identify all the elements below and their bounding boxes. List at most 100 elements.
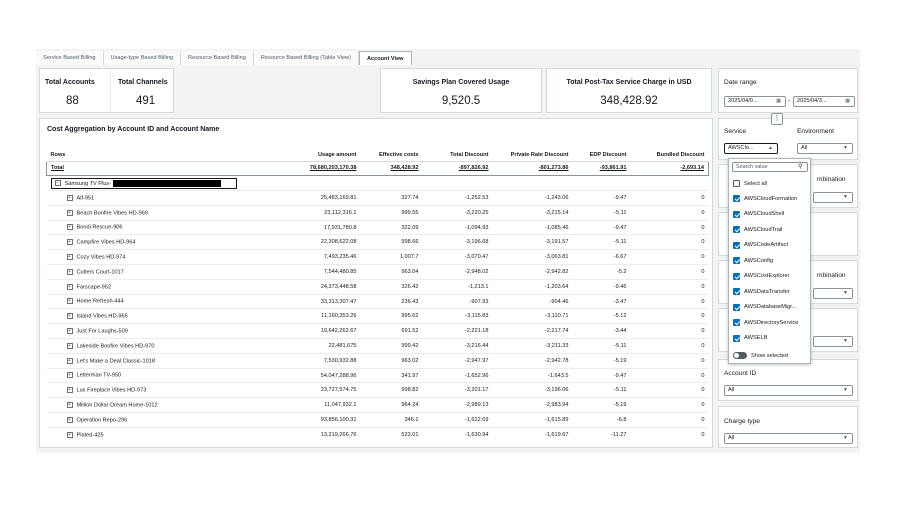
checkbox-checked[interactable] [733,195,740,202]
cell-account-name[interactable]: + Cozy Vibes HD-974 [46,249,253,266]
expand-icon[interactable]: + [66,283,73,290]
group-cell[interactable]: − Samsung TV Plus- [46,175,709,192]
cell-account-name[interactable]: + Home Refresh-444 [46,294,253,310]
service-option[interactable]: AWSCloudTrail [733,226,782,233]
column-header-rows[interactable]: Rows [46,149,253,162]
cell-account-name[interactable]: + Million Dollar Dream Home-1012 [46,397,253,414]
tab-resource-based-billing-table-view[interactable]: Resource Based Billing (Table View) [253,51,359,65]
service-search-input[interactable]: Search value [732,162,808,172]
table-row[interactable]: + Million Dollar Dream Home-1012 11,047,93… [46,397,709,414]
cell-account-name[interactable]: + Plated-425 [46,427,253,439]
expand-icon[interactable]: + [66,209,73,216]
column-header-edp-discount[interactable]: EDP Discount [572,149,631,162]
cell-account-name[interactable]: + Let's Make a Deal Classic-1018 [46,353,253,369]
table-row[interactable]: + Letterman TV-950 54,047,288.96 341.97 -1,6… [46,368,709,384]
table-row[interactable]: + Cutlers Court-1017 7,544,480.85 963.04 -2,… [46,264,709,280]
expand-icon[interactable]: + [66,342,73,349]
checkbox-checked[interactable] [733,334,740,342]
tab-account-view[interactable]: Account View [358,51,412,65]
service-option[interactable]: AWSConfig [733,257,773,264]
service-option[interactable]: AWSDirectoryService [733,319,798,326]
select-all-option[interactable]: Select all [733,180,767,187]
tab-service-based-billing[interactable]: Service Based Billing [36,51,104,65]
toggle-switch[interactable] [733,352,747,359]
combination-filter-select-2[interactable]: ▼ [813,288,853,299]
expand-icon[interactable]: + [66,194,73,201]
date-to-input[interactable]: 2025/04/3... ▦ [793,96,855,107]
service-option[interactable]: AWSCodeArtifact [733,241,788,249]
column-header-usage-amount[interactable]: Usage amount [252,149,361,162]
cell-account-name[interactable]: + Lux Fireplace Vibes HD-973 [46,382,253,399]
checkbox-checked[interactable] [733,241,740,249]
service-option[interactable]: AWSELB [733,334,768,342]
cell-account-name[interactable]: + Lakeside Bonfire Vibes HD-970 [46,338,253,354]
checkbox-checked[interactable] [733,319,740,326]
expand-icon[interactable]: + [66,313,73,320]
column-header-effective-costs[interactable]: Effective costs [360,149,423,162]
checkbox-checked[interactable] [733,303,740,311]
expand-icon[interactable]: + [66,357,73,364]
expand-icon[interactable]: + [66,253,73,260]
table-row[interactable]: + Campfire Vibes HD-964 22,308,622.08 998.6… [46,234,709,251]
expand-icon[interactable]: + [66,401,73,408]
column-header-total-discount[interactable]: Total Discount [422,149,493,162]
table-row[interactable]: + Lakeside Bonfire Vibes HD-970 22,481,675… [46,338,709,354]
table-row[interactable]: + Lux Fireplace Vibes HD-973 23,727,574.75… [46,382,709,399]
cell-account-name[interactable]: + Island Vibes HD-965 [46,308,253,325]
pivot-table-scroll[interactable]: Rows Usage amount Effective costs Total … [46,149,716,439]
table-row[interactable]: + Cozy Vibes HD-974 7,493,235.46 1,007.7 -3,… [46,249,709,266]
service-option[interactable]: AWSDataTransfer [733,288,790,295]
expand-icon[interactable]: + [66,416,73,423]
collapse-icon[interactable]: − [54,180,61,187]
cell-account-name[interactable]: + Cutlers Court-1017 [46,264,253,280]
table-row[interactable]: + Bondi Rescue-906 17,931,780.8 322.09 -1,09… [46,220,709,236]
table-row[interactable]: + Beach Bonfire Vibes HD-969 23,112,316.1 9… [46,205,709,221]
checkbox-checked[interactable] [733,210,740,218]
table-row[interactable]: + Home Refresh-444 33,313,307.47 236.43 -907… [46,294,709,310]
service-option[interactable]: AWSCostExplorer [733,272,790,280]
expand-icon[interactable]: + [66,387,73,394]
expand-icon[interactable]: + [66,239,73,246]
cell-account-name[interactable]: + Just For Laughs-509 [46,323,253,340]
combination-filter-select-1[interactable]: ▼ [813,192,853,203]
table-row[interactable]: + Alf-951 25,483,169.81 327.74 -1,252.53 -1,2… [46,190,709,206]
service-option[interactable]: AWSDatabaseMigr... [733,303,797,311]
column-header-bundled-discount[interactable]: Bundled Discount [630,149,709,162]
more-options-icon[interactable]: ⋮ [771,113,783,125]
expand-icon[interactable]: + [66,268,73,275]
checkbox-checked[interactable] [733,226,740,233]
service-filter-select[interactable]: AWSClo... ▲ [724,143,778,154]
table-row[interactable]: + Plated-425 13,219,266.76 523.01 -1,630.94-… [46,427,709,439]
group-row[interactable]: − Samsung TV Plus- [46,175,709,192]
cell-account-name[interactable]: + Letterman TV-950 [46,368,253,384]
cell-account-name[interactable]: + Alf-951 [46,190,253,206]
table-row[interactable]: + Farscape-952 24,373,448.58 326.42 -1,213.1… [46,279,709,295]
cell-account-name[interactable]: + Operation Repo-296 [46,412,253,428]
date-from-input[interactable]: 2025/04/0... ▦ [724,96,786,107]
charge-type-filter-select[interactable]: All ▼ [724,433,853,444]
cell-account-name[interactable]: + Beach Bonfire Vibes HD-969 [46,205,253,221]
tab-resource-based-billing[interactable]: Resource Based Billing [181,51,254,65]
group-label-box[interactable]: − Samsung TV Plus- [50,177,237,189]
filter-select-4[interactable]: ▼ [813,336,853,347]
cell-account-name[interactable]: + Campfire Vibes HD-964 [46,234,253,251]
checkbox-checked[interactable] [733,272,740,280]
expand-icon[interactable]: + [66,431,73,438]
expand-icon[interactable]: + [66,327,73,334]
column-header-private-rate-discount[interactable]: Private Rate Discount [492,149,573,162]
table-row[interactable]: + Just For Laughs-509 19,642,262.67 691.52-… [46,323,709,340]
table-row[interactable]: + Island Vibes HD-965 11,160,353.26 995.62-… [46,308,709,325]
checkbox-checked[interactable] [733,257,740,264]
show-selected-toggle[interactable]: Show selected [733,352,788,359]
expand-icon[interactable]: + [66,224,73,231]
environment-filter-select[interactable]: All ▼ [797,143,853,154]
expand-icon[interactable]: + [66,372,73,379]
checkbox-checked[interactable] [733,288,740,295]
cell-account-name[interactable]: + Bondi Rescue-906 [46,220,253,236]
table-row[interactable]: + Operation Repo-296 93,856,100.31 346.1 -1,… [46,412,709,428]
account-id-filter-select[interactable]: All ▼ [724,385,853,396]
service-option[interactable]: AWSCloudFormation [733,195,797,202]
select-all-checkbox[interactable] [733,180,740,187]
tab-usage-type-based-billing[interactable]: Usage-type Based Billing [103,51,182,65]
table-row[interactable]: + Let's Make a Deal Classic-1018 7,530,932… [46,353,709,369]
